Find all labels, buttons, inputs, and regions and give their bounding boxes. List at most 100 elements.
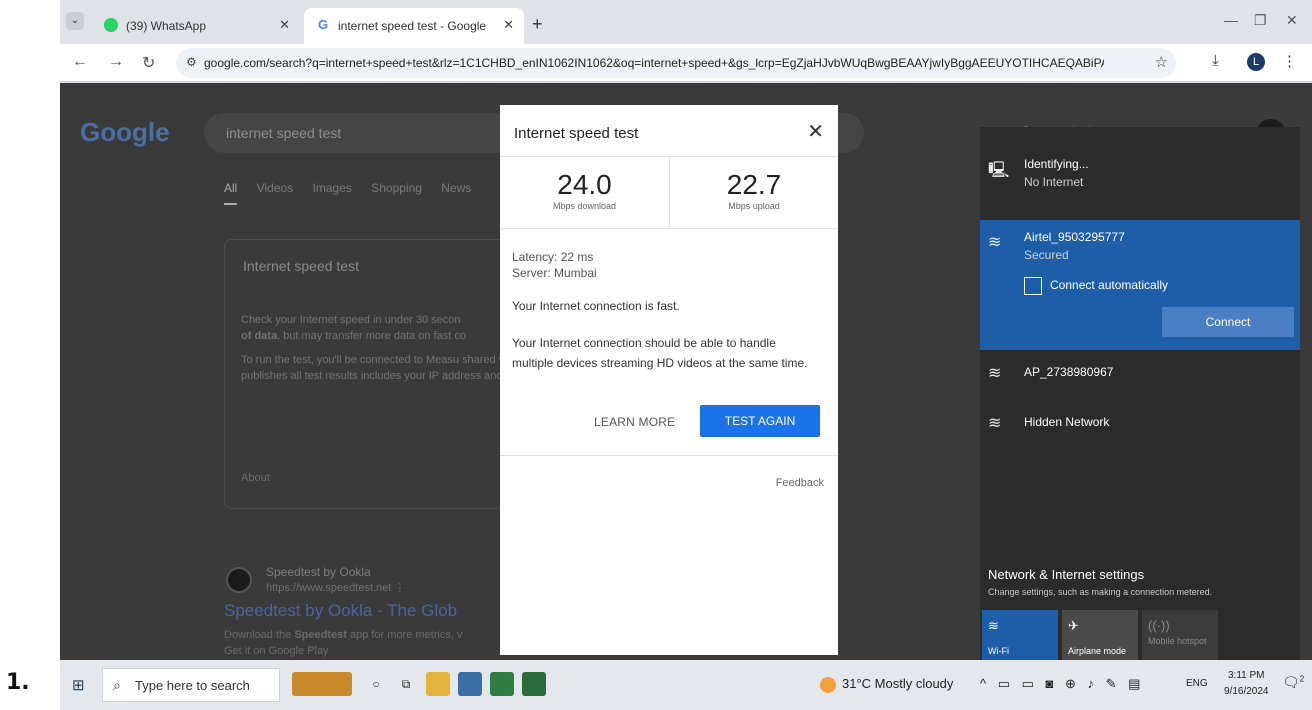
menu-icon[interactable]: ⋮ (1282, 52, 1297, 70)
upload-result: 22.7 Mbps upload (669, 157, 838, 229)
browser-window: ⌄ (39) WhatsApp ✕ G internet speed test … (60, 0, 1312, 710)
notification-count: 2 (1299, 674, 1305, 684)
airplane-icon: ✈ (1068, 618, 1079, 633)
card-text: , but may transfer more data on fast co (277, 330, 466, 342)
tab-strip: ⌄ (39) WhatsApp ✕ G internet speed test … (60, 0, 1312, 44)
weather-icon (820, 676, 836, 693)
network-settings-link[interactable]: Network & Internet settings (988, 567, 1144, 582)
close-tab-icon[interactable]: ✕ (279, 17, 290, 33)
search-highlight-icon[interactable] (292, 672, 352, 696)
tab-google-search[interactable]: G internet speed test - Google Se ✕ (304, 8, 524, 44)
taskbar-search[interactable]: ⌕ Type here to search (102, 668, 280, 702)
tab-images[interactable]: Images (313, 181, 352, 195)
search-tabs: All Videos Images Shopping News (224, 181, 487, 205)
tab-shopping[interactable]: Shopping (371, 181, 422, 195)
date-text: 9/16/2024 (1224, 686, 1269, 697)
screenshot: 1. ⌄ (39) WhatsApp ✕ G internet speed te… (0, 0, 1312, 710)
list-number: 1. (6, 670, 30, 695)
server-text: Server: Mumbai (512, 266, 597, 280)
tile-label: Mobile hotspot (1148, 636, 1207, 646)
download-icon[interactable]: ⤓ (1212, 52, 1219, 69)
learn-more-button[interactable]: LEARN MORE (594, 415, 675, 429)
google-logo[interactable]: Google (80, 117, 170, 148)
feedback-link[interactable]: Feedback (776, 477, 824, 489)
network-status: Secured (1024, 248, 1069, 262)
result-description: Download the Speedtest app for more metr… (224, 627, 462, 659)
card-text: Check your Internet speed in under 30 se… (241, 314, 461, 326)
airplane-mode-tile[interactable]: ✈ Airplane mode (1062, 610, 1138, 660)
back-icon[interactable]: ← (72, 53, 88, 71)
search-placeholder: Type here to search (135, 678, 250, 693)
tab-label: (39) WhatsApp (126, 19, 207, 33)
desc-text: Get it on Google Play (224, 645, 329, 657)
hotspot-icon: ((·)) (1148, 618, 1170, 633)
tab-videos[interactable]: Videos (257, 181, 293, 195)
test-again-button[interactable]: TEST AGAIN (700, 405, 820, 437)
tab-all[interactable]: All (224, 181, 238, 205)
task-view-icon[interactable]: ⧉ (394, 672, 418, 696)
connect-automatically-checkbox[interactable] (1024, 277, 1042, 295)
download-label: Mbps download (552, 201, 617, 211)
connect-button[interactable]: Connect (1162, 307, 1294, 337)
clock[interactable]: 3:11 PM 9/16/2024 (1224, 668, 1269, 700)
tab-label: internet speed test - Google Se (338, 19, 488, 33)
address-bar[interactable]: ⚙ google.com/search?q=internet+speed+tes… (176, 48, 1176, 78)
close-icon[interactable]: ✕ (807, 119, 824, 144)
download-result: 24.0 Mbps download (500, 157, 669, 229)
tab-news[interactable]: News (441, 181, 471, 195)
close-window-icon[interactable]: ✕ (1286, 12, 1298, 29)
weather-widget[interactable]: 31°C Mostly cloudy (820, 676, 953, 693)
card-title: Internet speed test (243, 258, 359, 274)
tile-label: Wi-Fi (988, 646, 1009, 656)
desc-text: Download the (224, 629, 295, 641)
wifi-secured-icon: ≋ (988, 234, 1002, 251)
network-selected[interactable]: ≋ Airtel_9503295777 Secured Connect auto… (980, 220, 1300, 350)
cortana-icon[interactable]: ○ (364, 672, 388, 696)
minimize-icon[interactable]: — (1224, 12, 1238, 28)
tile-label: Airplane mode (1068, 646, 1127, 656)
tab-whatsapp[interactable]: (39) WhatsApp ✕ (92, 8, 300, 44)
bookmark-star-icon[interactable]: ☆ (1155, 53, 1168, 71)
network-name: AP_2738980967 (1024, 365, 1114, 379)
whatsapp-icon (104, 18, 118, 32)
sheet-icon[interactable] (522, 672, 546, 696)
forward-icon[interactable]: → (108, 53, 124, 71)
result-link[interactable]: Speedtest by Ookla - The Glob (224, 601, 457, 621)
download-value: 24.0 (557, 169, 612, 200)
chrome-icon[interactable] (490, 672, 514, 696)
language-indicator[interactable]: ENG (1186, 678, 1208, 689)
result-url: https://www.speedtest.net ⋮ (266, 582, 406, 594)
connect-automatically-label: Connect automatically (1050, 278, 1169, 292)
about-link[interactable]: About (241, 472, 270, 484)
photos-icon[interactable] (458, 672, 482, 696)
card-bold-text: of data (241, 330, 278, 342)
desc-text: app for more metrics, v (346, 629, 463, 641)
status-text: Your Internet connection is fast. (512, 299, 680, 313)
site-info-icon[interactable]: ⚙ (186, 55, 197, 69)
reload-icon[interactable]: ↻ (142, 53, 155, 73)
file-explorer-icon[interactable] (426, 672, 450, 696)
network-name: Airtel_9503295777 (1024, 230, 1125, 244)
close-tab-icon[interactable]: ✕ (503, 17, 514, 33)
dialog-title: Internet speed test (514, 125, 639, 142)
wifi-secured-icon: ≋ (988, 415, 1002, 432)
network-name: Identifying... (1024, 157, 1089, 171)
restore-icon[interactable]: ❐ (1254, 12, 1267, 29)
notification-icon[interactable]: 🗨2 (1282, 674, 1304, 691)
test-details: Latency: 22 ms Server: Mumbai (512, 249, 597, 281)
system-tray-icons[interactable]: ^ ▭ ▭ ◙ ⊕ ♪ ✎ ▤ (980, 676, 1144, 692)
new-tab-button[interactable]: + (532, 14, 543, 35)
windows-start-icon[interactable]: ⊞ (72, 676, 85, 694)
mobile-hotspot-tile[interactable]: ((·)) Mobile hotspot (1142, 610, 1218, 660)
result-site-name: Speedtest by Ookla (266, 565, 371, 579)
tab-search-icon[interactable]: ⌄ (66, 12, 84, 30)
time-text: 3:11 PM (1228, 670, 1265, 681)
divider (500, 455, 838, 456)
wifi-icon: ≋ (988, 618, 999, 633)
wifi-tile[interactable]: ≋ Wi-Fi (982, 610, 1058, 660)
latency-text: Latency: 22 ms (512, 250, 594, 264)
ethernet-icon: 🖳 (988, 162, 1010, 179)
google-icon: G (316, 17, 330, 32)
wifi-secured-icon: ≋ (988, 365, 1002, 382)
profile-avatar[interactable]: L (1247, 53, 1265, 71)
